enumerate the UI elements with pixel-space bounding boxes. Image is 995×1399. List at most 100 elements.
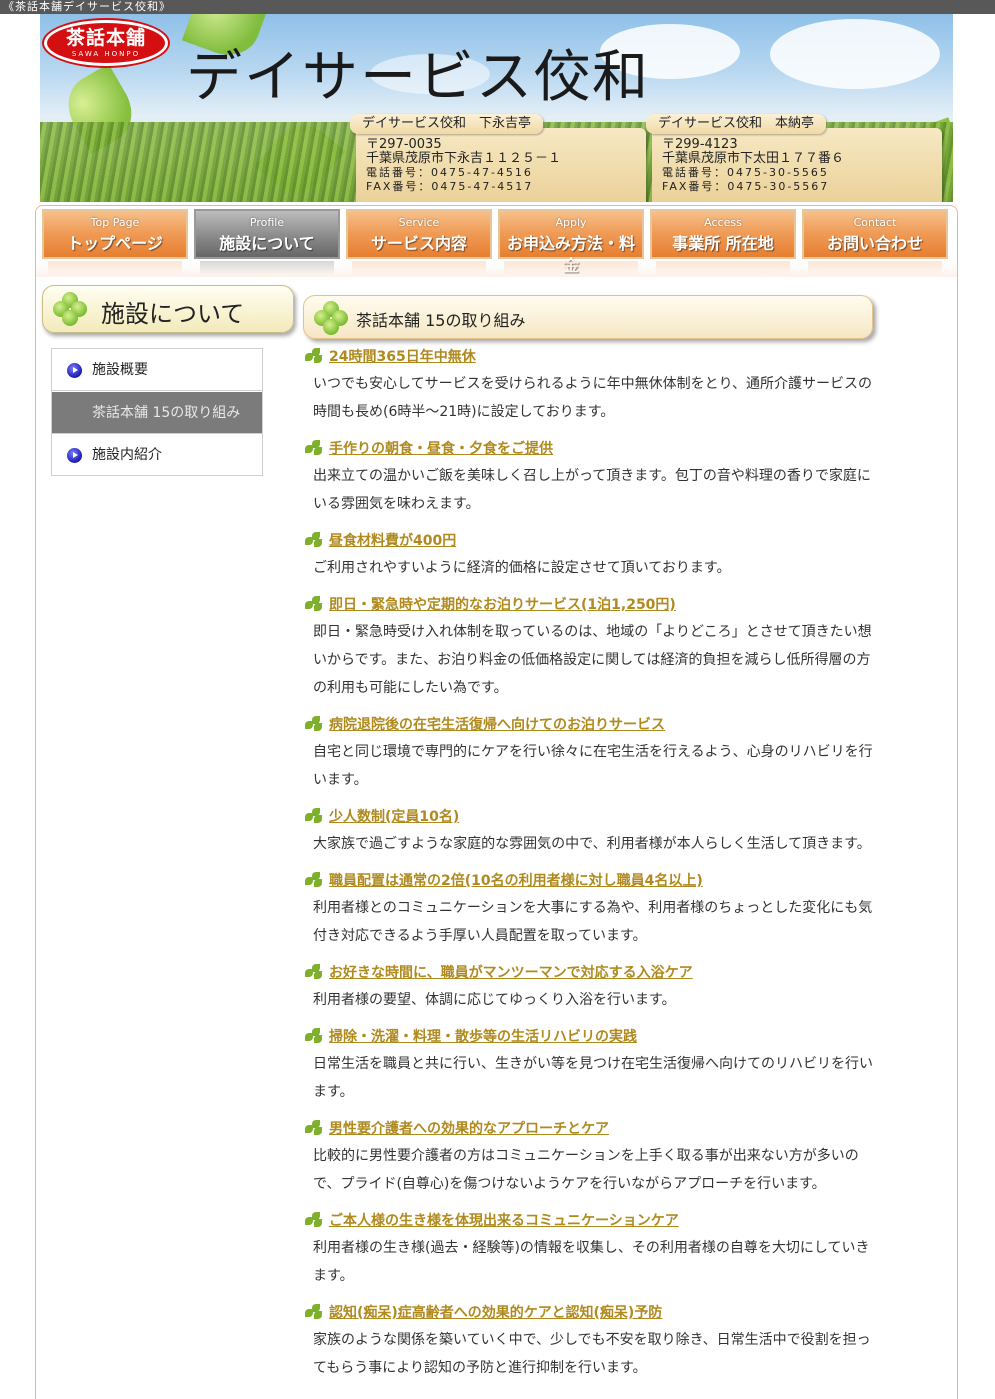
office-tel: 電話番号：0475-30-5565 (662, 166, 829, 179)
initiative-description: ご利用されやすいように経済的価格に設定させて頂いております。 (313, 560, 731, 576)
initiative-heading-link[interactable]: 職員配置は通常の2倍(10名の利用者様に対し職員4名以上) (329, 870, 703, 890)
nav-en-label: Top Page (90, 216, 140, 229)
brand-logo[interactable]: 茶話本舗 SAWA HONPO (44, 20, 168, 66)
initiative-heading-row: 掃除・洗濯・料理・散歩等の生活リハビリの実践 (303, 1024, 878, 1050)
initiative-heading-row: 即日・緊急時や定期的なお泊りサービス(1泊1,250円) (303, 592, 878, 618)
leaf-bullet-icon (305, 596, 323, 611)
initiative-heading-link[interactable]: 認知(痴呆)症高齢者への効果的ケアと認知(痴呆)予防 (329, 1302, 662, 1322)
nav-en-label: Access (704, 216, 742, 229)
global-nav: Top Page トップページ Profile 施設について Service サ… (35, 205, 958, 277)
sidebar-item-overview[interactable]: 施設概要 (52, 349, 262, 391)
main-heading: 茶話本舗 15の取り組み (303, 295, 873, 339)
initiative-heading-link[interactable]: 病院退院後の在宅生活復帰へ向けてのお泊りサービス (329, 714, 665, 734)
nav-en-label: Apply (555, 216, 587, 229)
nav-ja-label: お申込み方法・料金 (506, 234, 635, 275)
initiative-heading-link[interactable]: 手作りの朝食・昼食・夕食をご提供 (329, 438, 553, 458)
nav-access[interactable]: Access 事業所 所在地 (650, 209, 796, 275)
content-frame-border (35, 276, 36, 1399)
nav-ja-label: サービス内容 (370, 234, 467, 253)
window-title-bar: 《茶話本舗デイサービス佼和》 (0, 0, 995, 14)
leaf-bullet-icon (305, 348, 323, 363)
initiative-description: 出来立ての温かいご飯を美味しく召し上がって頂きます。包丁の音や料理の香りで家庭に… (313, 468, 871, 512)
initiative-heading-row: 認知(痴呆)症高齢者への効果的ケアと認知(痴呆)予防 (303, 1300, 878, 1326)
logo-text: 茶話本舗 (65, 27, 146, 49)
initiative-item: お好きな時間に、職員がマンツーマンで対応する入浴ケア利用者様の要望、体調に応じて… (303, 960, 878, 1014)
sidebar-item-label: 施設内紹介 (92, 447, 162, 463)
leaf-bullet-icon (305, 964, 323, 979)
initiative-description: 即日・緊急時受け入れ体制を取っているのは、地域の「よりどころ」とさせて頂きたい想… (313, 624, 872, 696)
initiative-item: 男性要介護者への効果的なアプローチとケア比較的に男性要介護者の方はコミュニケーシ… (303, 1116, 878, 1198)
logo-subtext: SAWA HONPO (71, 50, 141, 58)
sidebar-menu: 施設概要 茶話本舗 15の取り組み 施設内紹介 (51, 348, 263, 476)
initiative-item: 職員配置は通常の2倍(10名の利用者様に対し職員4名以上) 利用者様とのコミュニケ… (303, 868, 878, 950)
sidebar-item-label: 茶話本舗 15の取り組み (92, 405, 241, 421)
nav-en-label: Contact (853, 216, 897, 229)
initiative-heading-row: ご本人様の生き様を体現出来るコミュニケーションケア (303, 1208, 878, 1234)
initiative-item: 手作りの朝食・昼食・夕食をご提供出来立ての温かいご飯を美味しく召し上がって頂きま… (303, 436, 878, 518)
nav-top-page[interactable]: Top Page トップページ (42, 209, 188, 275)
sidebar-item-15-initiatives[interactable]: 茶話本舗 15の取り組み (52, 392, 262, 434)
nav-ja-label: お問い合わせ (826, 234, 923, 253)
initiative-item: 24時間365日年中無休いつでも安心してサービスを受けられるように年中無休体制を… (303, 344, 878, 426)
nav-service[interactable]: Service サービス内容 (346, 209, 492, 275)
office-card-shimonagayoshi: デイサービス佼和 下永吉亭 〒297-0035 千葉県茂原市下永吉１１２５－１ … (350, 114, 646, 202)
office-postal: 〒297-0035 (366, 137, 442, 152)
initiative-heading-row: 少人数制(定員10名) (303, 804, 878, 830)
office-address: 千葉県茂原市下永吉１１２５－１ (366, 151, 562, 166)
initiative-heading-link[interactable]: ご本人様の生き様を体現出来るコミュニケーションケア (329, 1210, 679, 1230)
content-frame-border (957, 276, 958, 1399)
initiative-heading-link[interactable]: 少人数制(定員10名) (329, 806, 459, 826)
initiative-heading-row: お好きな時間に、職員がマンツーマンで対応する入浴ケア (303, 960, 878, 986)
nav-contact[interactable]: Contact お問い合わせ (802, 209, 948, 275)
office-fax: FAX番号：0475-47-4517 (366, 180, 534, 193)
initiative-item: 少人数制(定員10名) 大家族で過ごすような家庭的な雰囲気の中で、利用者様が本人ら… (303, 804, 878, 858)
nav-profile[interactable]: Profile 施設について (194, 209, 340, 275)
initiative-item: ご本人様の生き様を体現出来るコミュニケーションケア 利用者様の生き様(過去・経験等… (303, 1208, 878, 1290)
sidebar-item-label: 施設概要 (92, 362, 148, 378)
initiative-heading-link[interactable]: 昼食材料費が400円 (329, 530, 456, 550)
office-fax: FAX番号：0475-30-5567 (662, 180, 830, 193)
initiative-description: 比較的に男性要介護者の方はコミュニケーションを上手く取る事が出来ない方が多いので… (313, 1148, 859, 1192)
initiative-heading-link[interactable]: 即日・緊急時や定期的なお泊りサービス(1泊1,250円) (329, 594, 676, 614)
initiative-description: 自宅と同じ環境で専門的にケアを行い徐々に在宅生活を行えるよう、心身のリハビリを行… (313, 744, 873, 788)
initiative-description: いつでも安心してサービスを受けられるように年中無休体制をとり、通所介護サービスの… (313, 376, 873, 420)
initiative-heading-link[interactable]: お好きな時間に、職員がマンツーマンで対応する入浴ケア (329, 962, 693, 982)
sidebar-item-facility-tour[interactable]: 施設内紹介 (52, 434, 262, 476)
office-tel: 電話番号：0475-47-4516 (366, 166, 533, 179)
initiative-item: 掃除・洗濯・料理・散歩等の生活リハビリの実践 日常生活を職員と共に行い、生きがい等… (303, 1024, 878, 1106)
initiative-item: 病院退院後の在宅生活復帰へ向けてのお泊りサービス自宅と同じ環境で専門的にケアを行… (303, 712, 878, 794)
office-name: デイサービス佼和 下永吉亭 (350, 114, 544, 134)
leaf-bullet-icon (305, 532, 323, 547)
initiative-heading-row: 病院退院後の在宅生活復帰へ向けてのお泊りサービス (303, 712, 878, 738)
initiative-item: 認知(痴呆)症高齢者への効果的ケアと認知(痴呆)予防家族のような関係を築いていく… (303, 1300, 878, 1382)
leaf-bullet-icon (305, 716, 323, 731)
leaf-bullet-icon (305, 1028, 323, 1043)
initiative-description: 利用者様とのコミュニケーションを大事にする為や、利用者様のちょっとした変化にも気… (313, 900, 873, 944)
initiative-item: 昼食材料費が400円ご利用されやすいように経済的価格に設定させて頂いております。 (303, 528, 878, 582)
initiative-heading-link[interactable]: 男性要介護者への効果的なアプローチとケア (329, 1118, 609, 1138)
initiative-heading-link[interactable]: 掃除・洗濯・料理・散歩等の生活リハビリの実践 (329, 1026, 637, 1046)
sidebar-heading-text: 施設について (101, 300, 245, 328)
nav-apply[interactable]: Apply お申込み方法・料金 (498, 209, 644, 275)
leaf-bullet-icon (305, 1304, 323, 1319)
nav-en-label: Service (398, 216, 440, 229)
initiative-heading-row: 手作りの朝食・昼食・夕食をご提供 (303, 436, 878, 462)
office-card-honno: デイサービス佼和 本納亭 〒299-4123 千葉県茂原市下太田１７７番６ 電話… (646, 114, 942, 202)
main-heading-text: 茶話本舗 15の取り組み (356, 311, 526, 330)
arrow-bullet-icon (67, 363, 82, 378)
initiative-description: 利用者様の要望、体調に応じてゆっくり入浴を行います。 (313, 992, 676, 1008)
initiative-heading-row: 24時間365日年中無休 (303, 344, 878, 370)
header-banner: 茶話本舗 SAWA HONPO デイサービス佼和 デイサービス佼和 下永吉亭 〒… (40, 14, 953, 202)
initiative-heading-link[interactable]: 24時間365日年中無休 (329, 346, 476, 366)
cloud-decoration (770, 19, 940, 89)
leaf-bullet-icon (305, 808, 323, 823)
initiative-heading-row: 昼食材料費が400円 (303, 528, 878, 554)
sidebar-heading: 施設について (42, 285, 294, 333)
nav-en-label: Profile (249, 216, 285, 229)
initiative-heading-row: 男性要介護者への効果的なアプローチとケア (303, 1116, 878, 1142)
initiatives-list: 24時間365日年中無休いつでも安心してサービスを受けられるように年中無休体制を… (303, 344, 878, 1392)
initiative-heading-row: 職員配置は通常の2倍(10名の利用者様に対し職員4名以上) (303, 868, 878, 894)
site-title: デイサービス佼和 (186, 45, 650, 110)
initiative-description: 家族のような関係を築いていく中で、少しでも不安を取り除き、日常生活中で役割を担っ… (313, 1332, 871, 1376)
office-postal: 〒299-4123 (662, 137, 738, 152)
